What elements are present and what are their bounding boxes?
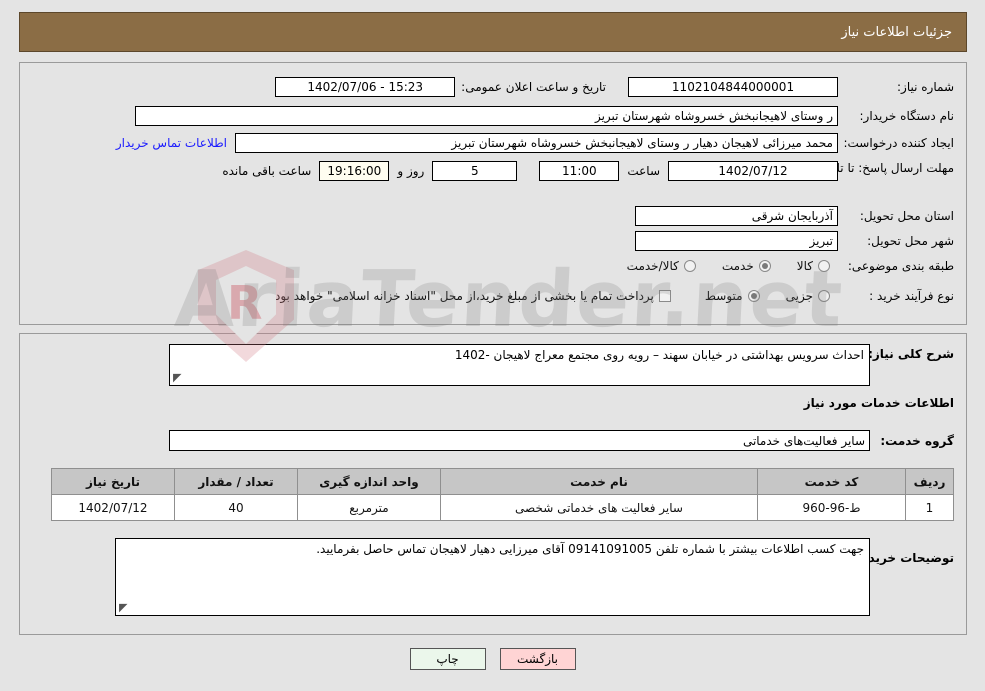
- announce-label: تاریخ و ساعت اعلان عمومی:: [461, 80, 606, 94]
- province-label: استان محل تحویل:: [859, 209, 954, 223]
- city-row: شهر محل تحویل: تبریز: [635, 231, 954, 251]
- buyer-org-field[interactable]: ر وستای لاهیجانبخش خسروشاه شهرستان تبریز: [135, 106, 838, 126]
- general-description-label: شرح کلی نیاز:: [868, 347, 954, 361]
- service-group-row: گروه خدمت: سایر فعالیت‌های خدماتی: [169, 430, 954, 451]
- footer-button-bar: بازگشت چاپ: [0, 648, 985, 670]
- need-details-page: جزئیات اطلاعات نیاز شماره نیاز: 11021048…: [0, 0, 985, 691]
- need-number-field[interactable]: 1102104844000001: [628, 77, 838, 97]
- buyer-notes-text: جهت کسب اطلاعات بیشتر با شماره تلفن 0914…: [316, 542, 864, 556]
- process-option-medium-label: متوسط: [704, 289, 743, 303]
- province-field[interactable]: آذربایجان شرقی: [635, 206, 838, 226]
- treasury-checkbox-item[interactable]: پرداخت تمام یا بخشی از مبلغ خرید،از محل …: [271, 289, 671, 303]
- remaining-days-field[interactable]: 5: [432, 161, 518, 181]
- process-option-minor-label: جزیی: [785, 289, 813, 303]
- cell-unit: مترمربع: [297, 494, 441, 521]
- col-code: کد خدمت: [757, 468, 906, 495]
- col-name: نام خدمت: [440, 468, 758, 495]
- need-description-panel: شرح کلی نیاز: احداث سرویس بهداشتی در خیا…: [19, 333, 967, 635]
- deadline-date-field[interactable]: 1402/07/12: [668, 161, 838, 181]
- deadline-label: مهلت ارسال پاسخ: تا تاریخ:: [815, 161, 954, 175]
- resize-grip-icon-notes[interactable]: ◥: [119, 601, 127, 614]
- process-label: نوع فرآیند خرید :: [869, 289, 954, 303]
- deadline-time-field[interactable]: 11:00: [539, 161, 620, 181]
- page-title: جزئیات اطلاعات نیاز: [841, 24, 952, 40]
- creator-field[interactable]: محمد میرزائی لاهیجان دهیار ر وستای لاهیج…: [235, 133, 838, 153]
- cell-quantity: 40: [174, 494, 298, 521]
- col-unit: واحد اندازه گیری: [297, 468, 441, 495]
- category-label: طبقه بندی موضوعی:: [847, 259, 954, 273]
- process-option-medium[interactable]: متوسط: [705, 289, 760, 303]
- hour-label: ساعت: [627, 164, 660, 178]
- service-group-label: گروه خدمت:: [880, 433, 954, 448]
- services-heading: اطلاعات خدمات مورد نیاز: [803, 396, 954, 410]
- back-button[interactable]: بازگشت: [499, 648, 576, 670]
- province-row: استان محل تحویل: آذربایجان شرقی: [635, 206, 954, 226]
- deadline-row: مهلت ارسال پاسخ: تا تاریخ: 1402/07/12 سا…: [222, 161, 954, 181]
- buyer-org-label: نام دستگاه خریدار:: [859, 109, 955, 123]
- cell-index: 1: [905, 494, 954, 521]
- announce-datetime-field[interactable]: 15:23 - 1402/07/06: [275, 77, 456, 97]
- buyer-org-row: نام دستگاه خریدار: ر وستای لاهیجانبخش خس…: [135, 106, 954, 126]
- radio-medium-icon[interactable]: [747, 290, 760, 302]
- remaining-label: ساعت باقی مانده: [222, 164, 312, 178]
- general-description-row: شرح کلی نیاز: احداث سرویس بهداشتی در خیا…: [169, 344, 954, 386]
- radio-goods-service-icon[interactable]: [683, 260, 696, 272]
- creator-row: ایجاد کننده درخواست: محمد میرزائی لاهیجا…: [116, 133, 954, 153]
- process-option-minor[interactable]: جزیی: [786, 289, 830, 303]
- category-row: طبقه بندی موضوعی: کالا خدمت کالا/خدمت: [601, 259, 954, 273]
- cell-code: ط-96-960: [757, 494, 906, 521]
- col-date: تاریخ نیاز: [51, 468, 175, 495]
- buyer-contact-link[interactable]: اطلاعات تماس خریدار: [116, 136, 227, 150]
- treasury-checkbox-icon[interactable]: [658, 290, 671, 302]
- radio-service-icon[interactable]: [758, 260, 771, 272]
- services-heading-row: اطلاعات خدمات مورد نیاز: [804, 396, 954, 410]
- general-description-textarea[interactable]: احداث سرویس بهداشتی در خیابان سهند – روی…: [169, 344, 870, 386]
- resize-grip-icon[interactable]: ◥: [173, 371, 181, 384]
- treasury-checkbox-label: پرداخت تمام یا بخشی از مبلغ خرید،از محل …: [271, 289, 654, 303]
- category-option-goods-service-label: کالا/خدمت: [626, 259, 679, 273]
- city-label: شهر محل تحویل:: [867, 234, 954, 248]
- cell-date: 1402/07/12: [51, 494, 175, 521]
- buyer-notes-textarea[interactable]: جهت کسب اطلاعات بیشتر با شماره تلفن 0914…: [115, 538, 870, 616]
- remaining-time-field: 19:16:00: [319, 161, 390, 181]
- announce-row: تاریخ و ساعت اعلان عمومی: 15:23 - 1402/0…: [275, 77, 606, 97]
- services-table: ردیف کد خدمت نام خدمت واحد اندازه گیری ت…: [51, 468, 954, 521]
- buyer-notes-label: توضیحات خریدار:: [852, 551, 954, 565]
- radio-minor-icon[interactable]: [818, 290, 830, 302]
- category-option-goods[interactable]: کالا: [797, 259, 830, 273]
- table-header-row: ردیف کد خدمت نام خدمت واحد اندازه گیری ت…: [51, 468, 954, 495]
- category-option-goods-service[interactable]: کالا/خدمت: [627, 259, 696, 273]
- table-row[interactable]: 1 ط-96-960 سایر فعالیت های خدماتی شخصی م…: [51, 494, 954, 521]
- category-option-service[interactable]: خدمت: [722, 259, 771, 273]
- service-group-field[interactable]: سایر فعالیت‌های خدماتی: [169, 430, 870, 451]
- category-option-goods-label: کالا: [796, 259, 813, 273]
- days-label: روز و: [397, 164, 425, 178]
- need-number-row: شماره نیاز: 1102104844000001: [628, 77, 954, 97]
- col-index: ردیف: [905, 468, 954, 495]
- creator-label: ایجاد کننده درخواست:: [843, 136, 954, 150]
- radio-goods-icon[interactable]: [818, 260, 830, 272]
- print-button[interactable]: چاپ: [409, 648, 486, 670]
- cell-name: سایر فعالیت های خدماتی شخصی: [440, 494, 758, 521]
- buyer-notes-row: توضیحات خریدار: جهت کسب اطلاعات بیشتر با…: [115, 538, 954, 616]
- general-description-text: احداث سرویس بهداشتی در خیابان سهند – روی…: [454, 348, 864, 362]
- col-quantity: تعداد / مقدار: [174, 468, 298, 495]
- city-field[interactable]: تبریز: [635, 231, 838, 251]
- category-option-service-label: خدمت: [721, 259, 754, 273]
- page-header-bar: جزئیات اطلاعات نیاز: [19, 12, 967, 52]
- need-info-panel: شماره نیاز: 1102104844000001 تاریخ و ساع…: [19, 62, 967, 325]
- need-number-label: شماره نیاز:: [897, 80, 954, 94]
- process-row: نوع فرآیند خرید : جزیی متوسط پرداخت تمام…: [271, 289, 954, 303]
